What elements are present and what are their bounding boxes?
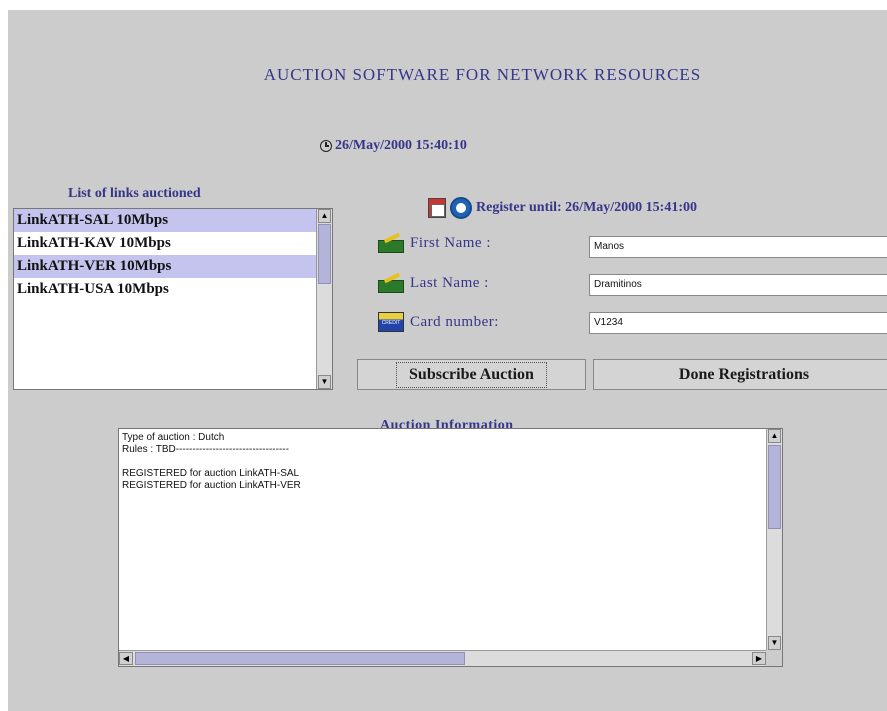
first-name-field[interactable]: Manos <box>589 236 887 258</box>
register-until-row: Register until: 26/May/2000 15:41:00 <box>428 197 697 219</box>
info-horizontal-scrollbar[interactable]: ◀ ▶ <box>119 650 766 666</box>
first-name-label: First Name : <box>410 235 491 251</box>
links-list-heading: List of links auctioned <box>68 186 201 201</box>
list-item[interactable]: LinkATH-VER 10Mbps <box>14 255 316 278</box>
card-number-label: Card number: <box>410 313 499 330</box>
scroll-thumb[interactable] <box>318 224 331 284</box>
current-time: 26/May/2000 15:40:10 <box>335 138 467 153</box>
links-list-items: LinkATH-SAL 10Mbps LinkATH-KAV 10Mbps Link… <box>14 209 316 389</box>
credit-card-icon: CREDIT <box>378 312 404 332</box>
last-name-label: Last Name : <box>410 275 489 291</box>
scroll-right-arrow-icon[interactable]: ▶ <box>752 652 766 665</box>
card-number-field[interactable]: V1234 <box>589 312 887 334</box>
scroll-corner <box>766 650 782 666</box>
scroll-thumb[interactable] <box>135 652 465 665</box>
links-vertical-scrollbar[interactable]: ▲ ▼ <box>316 209 332 389</box>
list-item[interactable]: LinkATH-USA 10Mbps <box>14 278 316 301</box>
clock-icon <box>320 140 332 152</box>
list-item[interactable]: LinkATH-SAL 10Mbps <box>14 209 316 232</box>
scroll-down-arrow-icon[interactable]: ▼ <box>768 636 781 650</box>
pencil-icon <box>378 236 404 253</box>
card-number-row: CREDIT Card number: <box>378 312 499 332</box>
alarm-clock-icon <box>450 197 472 219</box>
scroll-up-arrow-icon[interactable]: ▲ <box>318 209 331 223</box>
list-item[interactable]: LinkATH-KAV 10Mbps <box>14 232 316 255</box>
last-name-row: Last Name : <box>378 275 489 293</box>
auction-info-textarea[interactable]: Type of auction : Dutch Rules : TBD-----… <box>118 428 783 667</box>
last-name-field[interactable]: Dramitinos <box>589 274 887 296</box>
scroll-down-arrow-icon[interactable]: ▼ <box>318 375 331 389</box>
scroll-left-arrow-icon[interactable]: ◀ <box>119 652 133 665</box>
current-time-row: 26/May/2000 15:40:10 <box>320 138 467 154</box>
scroll-thumb[interactable] <box>768 445 781 529</box>
scroll-up-arrow-icon[interactable]: ▲ <box>768 429 781 443</box>
auction-info-text: Type of auction : Dutch Rules : TBD-----… <box>122 432 301 491</box>
info-vertical-scrollbar[interactable]: ▲ ▼ <box>766 429 782 650</box>
subscribe-auction-button[interactable]: Subscribe Auction <box>357 359 586 390</box>
done-registrations-button[interactable]: Done Registrations <box>593 359 887 390</box>
app-title: AUCTION SOFTWARE FOR NETWORK RESOURCES <box>263 65 702 84</box>
register-until-label: Register until: 26/May/2000 15:41:00 <box>476 200 697 215</box>
first-name-row: First Name : <box>378 235 491 253</box>
pencil-icon <box>378 276 404 293</box>
links-listbox[interactable]: LinkATH-SAL 10Mbps LinkATH-KAV 10Mbps Link… <box>13 208 333 390</box>
calendar-icon <box>428 198 446 218</box>
subscribe-auction-label: Subscribe Auction <box>396 361 547 388</box>
